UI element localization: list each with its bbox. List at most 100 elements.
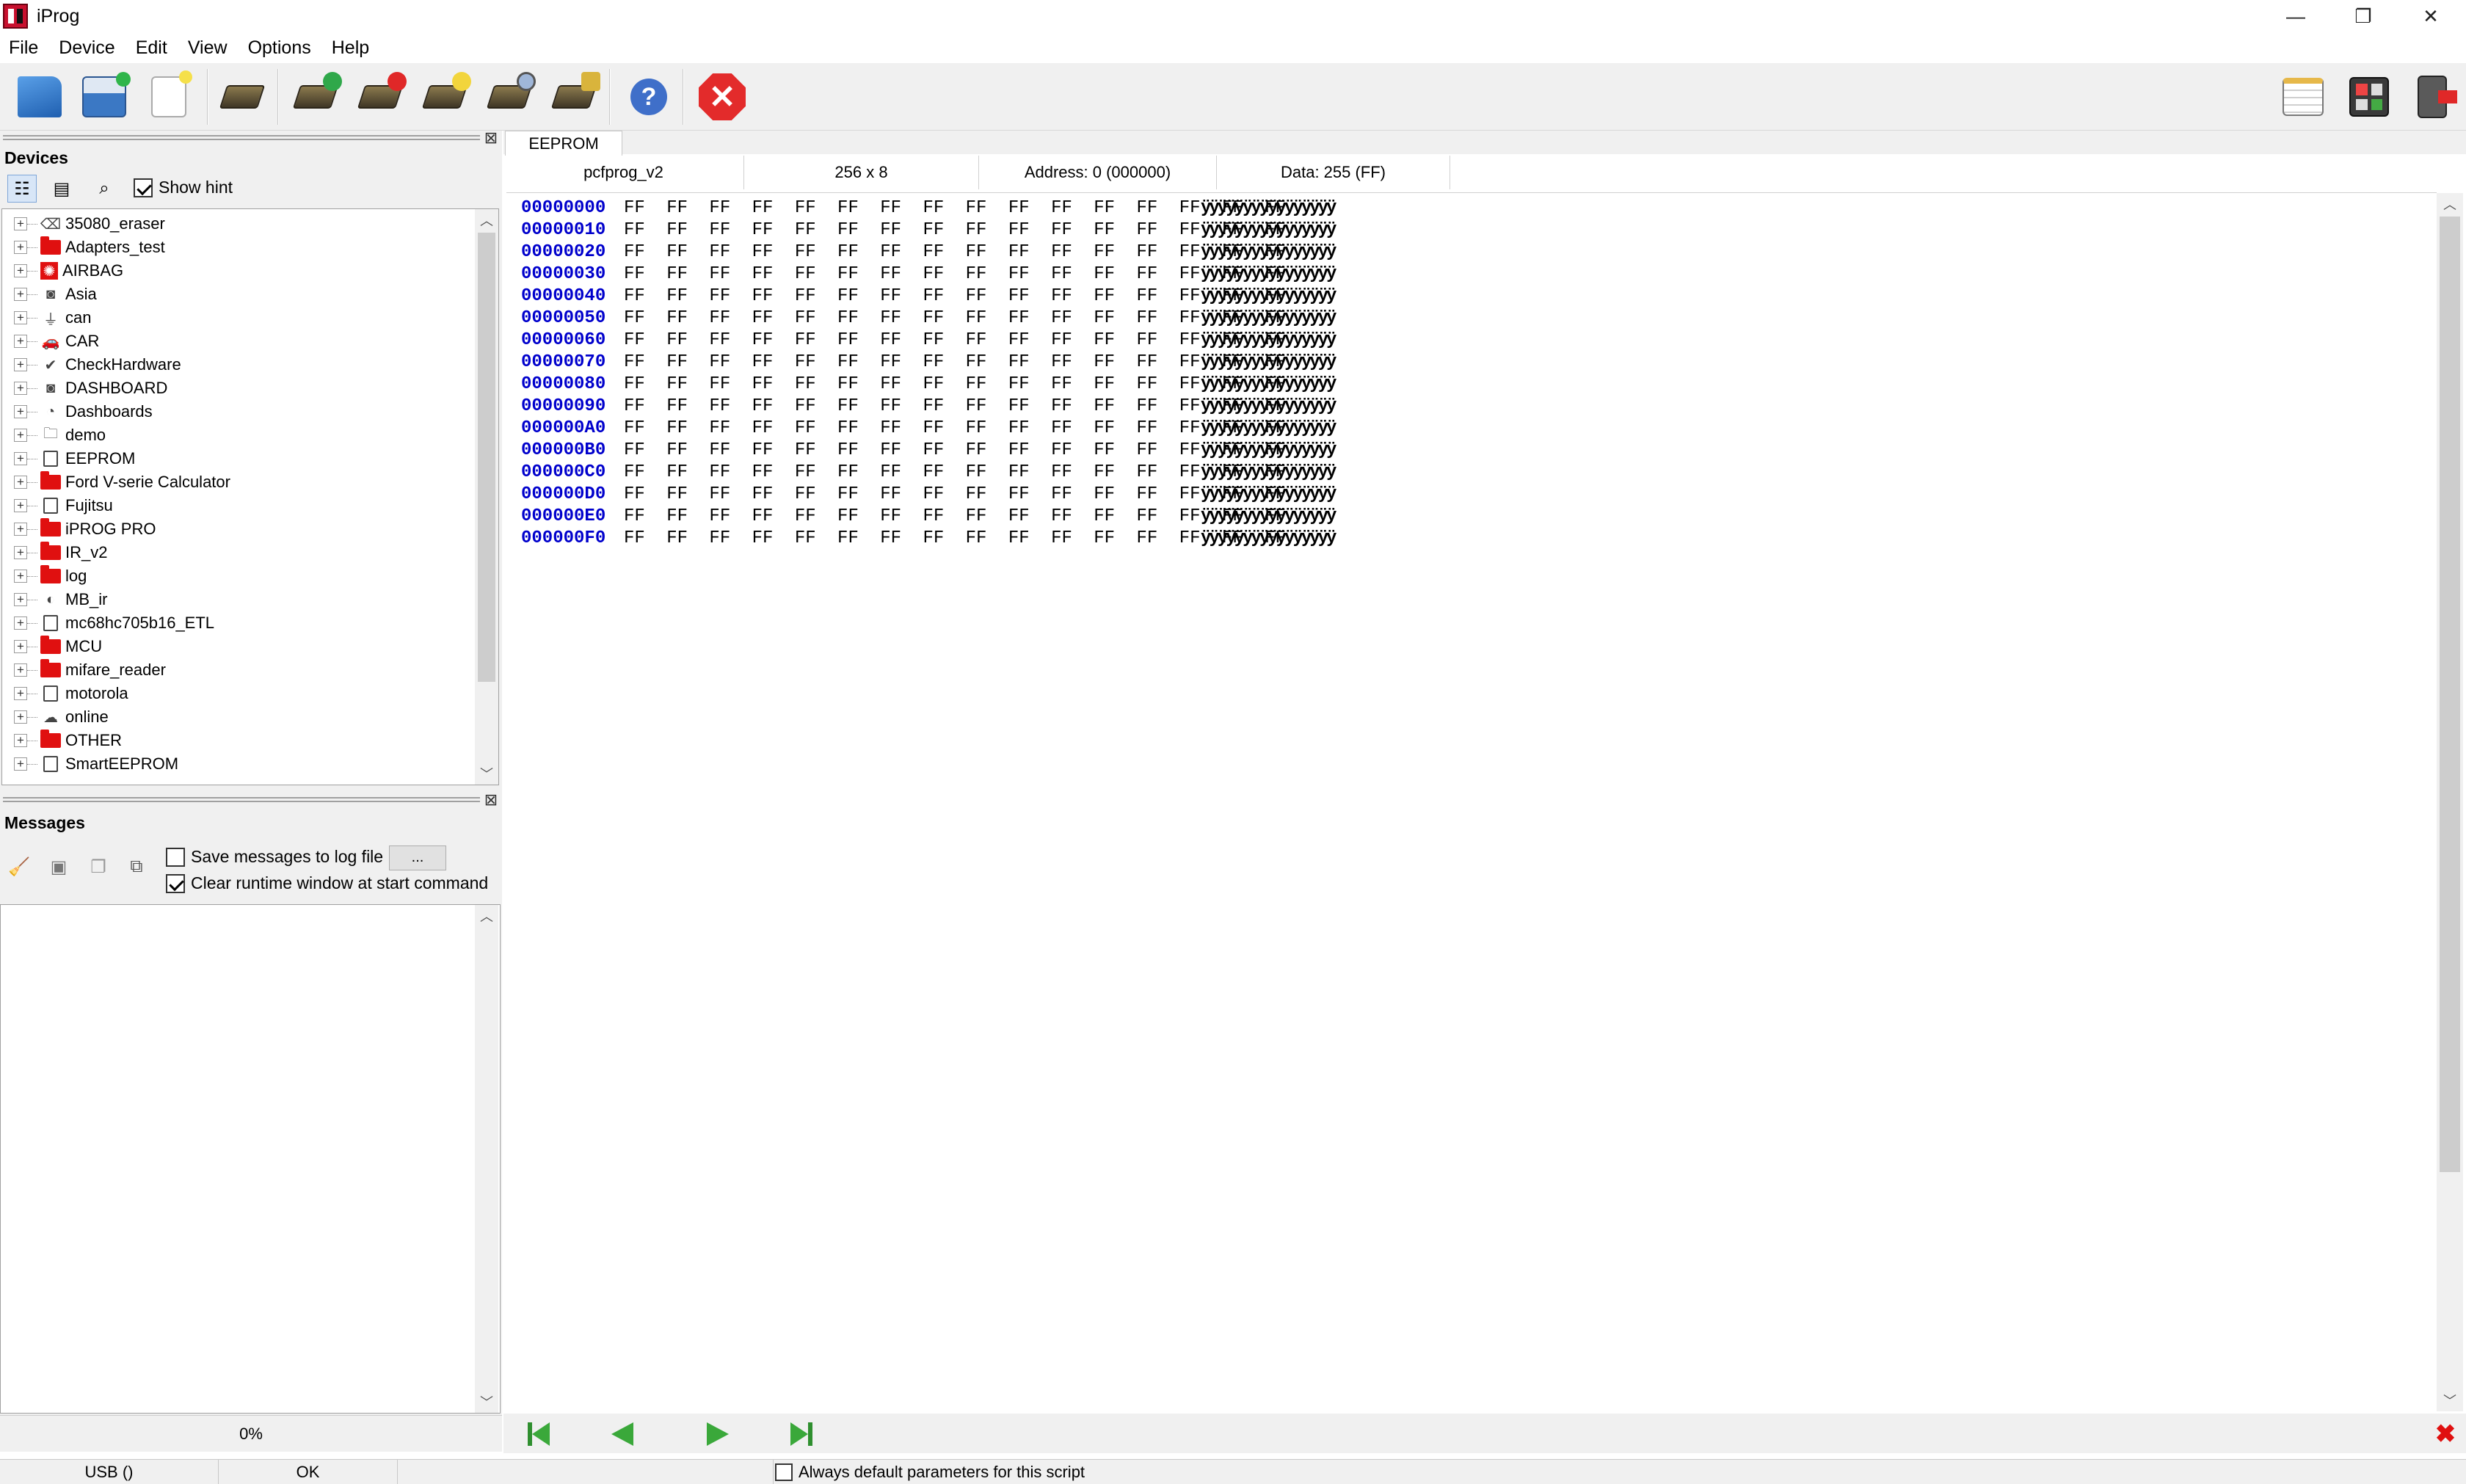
write-button[interactable] xyxy=(352,69,408,125)
scrollbar-thumb[interactable] xyxy=(478,233,495,682)
hex-ascii[interactable]: ÿÿÿÿÿÿÿÿÿÿÿÿÿÿÿÿ xyxy=(1201,484,1336,506)
expand-icon[interactable]: + xyxy=(14,616,27,630)
scroll-up-icon[interactable]: ︿ xyxy=(2437,193,2463,215)
device-tree-item[interactable]: + OTHER xyxy=(2,729,122,752)
list-view-icon[interactable]: ▤ xyxy=(47,175,76,203)
expand-icon[interactable]: + xyxy=(14,288,27,301)
device-tree-item[interactable]: + ✺ AIRBAG xyxy=(2,259,123,283)
hex-ascii[interactable]: ÿÿÿÿÿÿÿÿÿÿÿÿÿÿÿÿ xyxy=(1201,418,1336,440)
hex-bytes[interactable]: FF FF FF FF FF FF FF FF FF FF FF FF FF F… xyxy=(624,197,1286,219)
hex-bytes[interactable]: FF FF FF FF FF FF FF FF FF FF FF FF FF F… xyxy=(624,308,1286,330)
clear-runtime-checkbox[interactable]: Clear runtime window at start command xyxy=(166,873,488,893)
settings-button[interactable] xyxy=(546,69,602,125)
expand-icon[interactable]: + xyxy=(14,264,27,277)
expand-icon[interactable]: + xyxy=(14,734,27,747)
default-params-checkbox[interactable]: Always default parameters for this scrip… xyxy=(775,1463,1085,1482)
expand-icon[interactable]: + xyxy=(14,217,27,230)
hex-ascii[interactable]: ÿÿÿÿÿÿÿÿÿÿÿÿÿÿÿÿ xyxy=(1201,197,1336,219)
broom-icon[interactable]: 🧹 xyxy=(4,853,34,881)
device-tree-item[interactable]: + EEPROM xyxy=(2,447,135,470)
expand-icon[interactable]: + xyxy=(14,311,27,324)
menu-options[interactable]: Options xyxy=(238,32,321,63)
previous-page-button[interactable] xyxy=(603,1419,641,1449)
expand-icon[interactable]: + xyxy=(14,523,27,536)
notepad-button[interactable] xyxy=(2275,69,2331,125)
device-tree[interactable]: + ⌫ 35080_eraser + Adapters_test + ✺ AIRBAG + ◙ As… xyxy=(1,208,499,785)
expand-icon[interactable]: + xyxy=(14,570,27,583)
scroll-down-icon[interactable]: ﹀ xyxy=(2437,1389,2463,1411)
restore-button[interactable]: ❐ xyxy=(2329,0,2397,32)
menu-device[interactable]: Device xyxy=(48,32,125,63)
hex-ascii[interactable]: ÿÿÿÿÿÿÿÿÿÿÿÿÿÿÿÿ xyxy=(1201,374,1336,396)
hex-bytes[interactable]: FF FF FF FF FF FF FF FF FF FF FF FF FF F… xyxy=(624,528,1286,550)
new-button[interactable] xyxy=(141,69,197,125)
expand-icon[interactable]: + xyxy=(14,452,27,465)
messages-scrollbar[interactable]: ︿ ﹀ xyxy=(475,905,498,1413)
expand-icon[interactable]: + xyxy=(14,640,27,653)
save-button[interactable] xyxy=(76,69,132,125)
hex-ascii[interactable]: ÿÿÿÿÿÿÿÿÿÿÿÿÿÿÿÿ xyxy=(1201,263,1336,285)
messages-splitter[interactable] xyxy=(3,797,480,802)
menu-view[interactable]: View xyxy=(178,32,238,63)
hex-ascii[interactable]: ÿÿÿÿÿÿÿÿÿÿÿÿÿÿÿÿ xyxy=(1201,396,1336,418)
device-tree-item[interactable]: + ⏚ can xyxy=(2,306,91,330)
search-icon[interactable]: ⌕ xyxy=(90,175,119,203)
device-tree-scrollbar[interactable]: ︿ ﹀ xyxy=(475,209,498,785)
hex-ascii[interactable]: ÿÿÿÿÿÿÿÿÿÿÿÿÿÿÿÿ xyxy=(1201,219,1336,241)
device-tree-item[interactable]: + ✔ CheckHardware xyxy=(2,353,181,377)
hex-ascii[interactable]: ÿÿÿÿÿÿÿÿÿÿÿÿÿÿÿÿ xyxy=(1201,330,1336,352)
hex-bytes[interactable]: FF FF FF FF FF FF FF FF FF FF FF FF FF F… xyxy=(624,263,1286,285)
erase-button[interactable] xyxy=(417,69,473,125)
expand-icon[interactable]: + xyxy=(14,593,27,606)
expand-icon[interactable]: + xyxy=(14,358,27,371)
menu-file[interactable]: File xyxy=(0,32,48,63)
expand-icon[interactable]: + xyxy=(14,663,27,677)
hex-bytes[interactable]: FF FF FF FF FF FF FF FF FF FF FF FF FF F… xyxy=(624,330,1286,352)
clear-runtime-check-box[interactable] xyxy=(166,873,185,893)
device-tree-item[interactable]: + ◔ Dashboards xyxy=(2,400,153,423)
hex-scrollbar[interactable]: ︿ ﹀ xyxy=(2437,193,2463,1411)
open-button[interactable] xyxy=(12,69,68,125)
hex-bytes[interactable]: FF FF FF FF FF FF FF FF FF FF FF FF FF F… xyxy=(624,285,1286,308)
hex-ascii[interactable]: ÿÿÿÿÿÿÿÿÿÿÿÿÿÿÿÿ xyxy=(1201,285,1336,308)
device-tree-item[interactable]: + Fujitsu xyxy=(2,494,113,517)
browse-log-button[interactable]: ... xyxy=(389,845,446,870)
menu-help[interactable]: Help xyxy=(321,32,379,63)
hex-ascii[interactable]: ÿÿÿÿÿÿÿÿÿÿÿÿÿÿÿÿ xyxy=(1201,352,1336,374)
devices-panel-close-icon[interactable]: ⊠ xyxy=(483,130,499,147)
tab-eeprom[interactable]: EEPROM xyxy=(505,131,622,156)
expand-icon[interactable]: + xyxy=(14,382,27,395)
hex-bytes[interactable]: FF FF FF FF FF FF FF FF FF FF FF FF FF F… xyxy=(624,219,1286,241)
expand-icon[interactable]: + xyxy=(14,405,27,418)
save-log-icon[interactable]: ▣ xyxy=(44,853,73,881)
verify-button[interactable] xyxy=(481,69,537,125)
find-text-icon[interactable]: ⧉ xyxy=(122,853,151,881)
calculator-button[interactable] xyxy=(2341,69,2397,125)
expand-icon[interactable]: + xyxy=(14,499,27,512)
close-editor-icon[interactable]: ✖ xyxy=(2431,1419,2460,1449)
copy-icon[interactable]: ❐ xyxy=(84,853,113,881)
hex-ascii[interactable]: ÿÿÿÿÿÿÿÿÿÿÿÿÿÿÿÿ xyxy=(1201,506,1336,528)
read-button[interactable] xyxy=(288,69,343,125)
hex-ascii[interactable]: ÿÿÿÿÿÿÿÿÿÿÿÿÿÿÿÿ xyxy=(1201,528,1336,550)
device-tree-item[interactable]: + Adapters_test xyxy=(2,236,165,259)
expand-icon[interactable]: + xyxy=(14,241,27,254)
tree-view-icon[interactable]: ☷ xyxy=(7,175,37,203)
show-hint-checkbox[interactable]: Show hint xyxy=(134,178,233,197)
device-button[interactable] xyxy=(214,69,270,125)
device-tree-item[interactable]: + ◙ DASHBOARD xyxy=(2,377,167,400)
minimize-button[interactable]: — xyxy=(2262,0,2329,32)
devices-splitter[interactable] xyxy=(3,135,480,140)
hex-bytes[interactable]: FF FF FF FF FF FF FF FF FF FF FF FF FF F… xyxy=(624,374,1286,396)
device-tree-item[interactable]: + ⌫ 35080_eraser xyxy=(2,212,165,236)
hex-ascii[interactable]: ÿÿÿÿÿÿÿÿÿÿÿÿÿÿÿÿ xyxy=(1201,308,1336,330)
expand-icon[interactable]: + xyxy=(14,757,27,771)
hex-bytes[interactable]: FF FF FF FF FF FF FF FF FF FF FF FF FF F… xyxy=(624,418,1286,440)
device-tree-item[interactable]: + mc68hc705b16_ETL xyxy=(2,611,214,635)
save-to-log-check-box[interactable] xyxy=(166,847,185,867)
device-tree-item[interactable]: + log xyxy=(2,564,87,588)
messages-log[interactable]: ︿ ﹀ xyxy=(0,904,501,1414)
device-tree-item[interactable]: + ☁ online xyxy=(2,705,109,729)
hex-bytes[interactable]: FF FF FF FF FF FF FF FF FF FF FF FF FF F… xyxy=(624,484,1286,506)
save-to-log-checkbox[interactable]: Save messages to log file xyxy=(166,847,383,867)
